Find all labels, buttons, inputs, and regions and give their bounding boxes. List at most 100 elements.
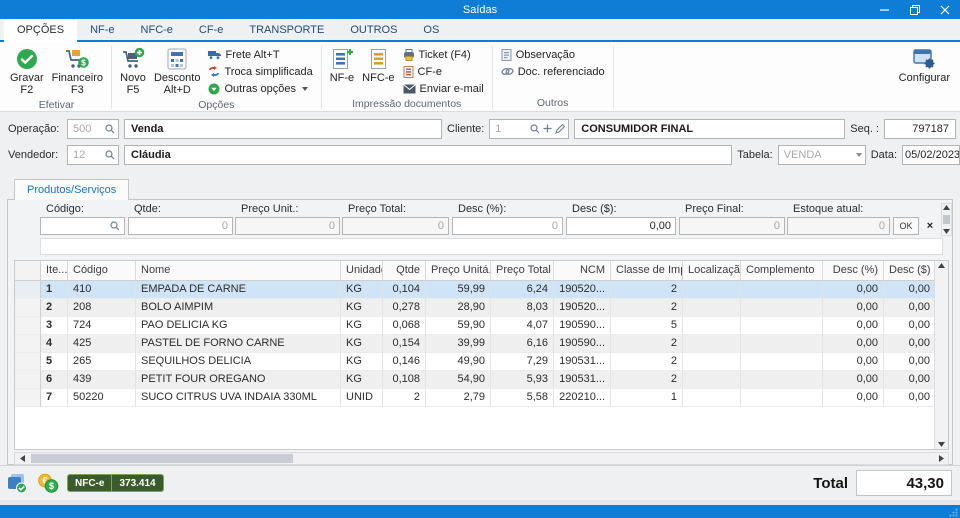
gravar-button[interactable]: Gravar F2 <box>6 44 48 98</box>
table-cell[interactable]: 0,00 <box>884 335 934 353</box>
close-button[interactable] <box>930 0 960 19</box>
doc-referenciado-button[interactable]: Doc. referenciado <box>497 63 609 80</box>
table-cell[interactable]: KG <box>341 371 383 389</box>
table-cell[interactable]: KG <box>341 335 383 353</box>
table-cell[interactable]: EMPADA DE CARNE <box>136 281 341 299</box>
table-cell[interactable]: 0,00 <box>823 353 884 371</box>
table-cell[interactable]: 1 <box>41 281 68 299</box>
observacao-button[interactable]: Observação <box>497 46 609 63</box>
column-header[interactable]: Qtde <box>383 261 426 280</box>
table-cell[interactable]: 0,00 <box>884 281 934 299</box>
table-cell[interactable]: 190531... <box>554 353 611 371</box>
clear-entry-button[interactable]: × <box>922 217 938 235</box>
ok-button[interactable]: OK <box>893 217 919 235</box>
column-header[interactable]: Unidade <box>341 261 383 280</box>
table-cell[interactable]: 265 <box>68 353 136 371</box>
column-header[interactable]: Complemento <box>741 261 823 280</box>
table-cell[interactable]: BOLO AIMPIM <box>136 299 341 317</box>
configurar-button[interactable]: Configurar <box>895 44 954 86</box>
financeiro-button[interactable]: $ Financeiro F3 <box>48 44 107 98</box>
table-cell[interactable]: 2 <box>611 299 683 317</box>
table-cell[interactable]: 28,90 <box>426 299 491 317</box>
tab-produtos-servicos[interactable]: Produtos/Serviços <box>14 179 129 200</box>
table-cell[interactable]: 208 <box>68 299 136 317</box>
table-cell[interactable]: 5,93 <box>491 371 554 389</box>
scroll-thumb[interactable] <box>31 454 293 463</box>
table-cell[interactable]: KG <box>341 299 383 317</box>
novo-button[interactable]: Novo F5 <box>116 44 150 98</box>
nfe-print-button[interactable]: NF-e <box>326 44 358 86</box>
table-cell[interactable]: 2 <box>611 353 683 371</box>
column-header[interactable]: Nome <box>136 261 341 280</box>
table-cell[interactable]: PASTEL DE FORNO CARNE <box>136 335 341 353</box>
table-cell[interactable]: 0,00 <box>884 353 934 371</box>
table-cell[interactable]: 190590... <box>554 317 611 335</box>
table-cell[interactable] <box>741 335 823 353</box>
tab-transporte[interactable]: TRANSPORTE <box>236 20 337 40</box>
table-cell[interactable]: 2 <box>41 299 68 317</box>
table-cell[interactable]: 0,146 <box>383 353 426 371</box>
table-cell[interactable]: KG <box>341 281 383 299</box>
table-cell[interactable]: 0,00 <box>823 335 884 353</box>
table-cell[interactable] <box>741 299 823 317</box>
desc-valor-input[interactable]: 0,00 <box>566 217 676 235</box>
table-cell[interactable]: 1 <box>611 389 683 407</box>
table-cell[interactable]: 190520... <box>554 299 611 317</box>
product-name-field[interactable] <box>40 238 943 255</box>
table-cell[interactable]: 5 <box>611 317 683 335</box>
grid-horizontal-scrollbar[interactable] <box>14 452 949 465</box>
table-cell[interactable]: 0,00 <box>823 389 884 407</box>
table-cell[interactable]: SUCO CITRUS UVA INDAIA 330ML <box>136 389 341 407</box>
column-header[interactable]: NCM <box>554 261 611 280</box>
vendedor-input[interactable]: 12 <box>67 145 119 165</box>
table-row[interactable]: 750220SUCO CITRUS UVA INDAIA 330MLUNID22… <box>15 389 934 407</box>
cfe-button[interactable]: CF-e <box>399 63 488 80</box>
entry-scrollbar[interactable] <box>941 203 952 236</box>
table-row[interactable]: 2208BOLO AIMPIMKG0,27828,908,03190520...… <box>15 299 934 317</box>
tab-nfe[interactable]: NF-e <box>77 20 127 40</box>
column-header[interactable]: Desc (%) <box>823 261 884 280</box>
table-cell[interactable]: 5,58 <box>491 389 554 407</box>
table-cell[interactable]: SEQUILHOS DELICIA <box>136 353 341 371</box>
table-cell[interactable] <box>683 299 741 317</box>
tabela-select[interactable]: VENDA <box>778 145 866 165</box>
table-cell[interactable]: 0,108 <box>383 371 426 389</box>
table-cell[interactable]: 49,90 <box>426 353 491 371</box>
table-cell[interactable] <box>683 389 741 407</box>
table-cell[interactable]: 0,278 <box>383 299 426 317</box>
table-cell[interactable] <box>741 281 823 299</box>
enviar-email-button[interactable]: Enviar e-mail <box>399 80 488 97</box>
table-cell[interactable] <box>683 317 741 335</box>
table-cell[interactable]: 54,90 <box>426 371 491 389</box>
table-cell[interactable]: 6,16 <box>491 335 554 353</box>
table-cell[interactable]: 0,154 <box>383 335 426 353</box>
table-cell[interactable]: 2 <box>611 335 683 353</box>
codigo-input[interactable] <box>40 217 125 235</box>
currency-coins-icon[interactable]: €$ <box>37 473 59 494</box>
tab-opcoes[interactable]: OPÇÕES <box>4 20 77 40</box>
column-header[interactable]: Preço Total <box>491 261 554 280</box>
table-cell[interactable]: 439 <box>68 371 136 389</box>
table-cell[interactable]: 724 <box>68 317 136 335</box>
table-cell[interactable]: 6,24 <box>491 281 554 299</box>
table-cell[interactable]: 39,99 <box>426 335 491 353</box>
desconto-button[interactable]: Desconto Alt+D <box>150 44 204 98</box>
table-cell[interactable]: 3 <box>41 317 68 335</box>
frete-button[interactable]: Frete Alt+T <box>204 46 316 63</box>
ticket-button[interactable]: Ticket (F4) <box>399 46 488 63</box>
table-cell[interactable]: 4,07 <box>491 317 554 335</box>
table-row[interactable]: 4425PASTEL DE FORNO CARNEKG0,15439,996,1… <box>15 335 934 353</box>
table-cell[interactable]: 190590... <box>554 335 611 353</box>
table-cell[interactable]: 0,00 <box>823 299 884 317</box>
troca-button[interactable]: Troca simplificada <box>204 63 316 80</box>
table-cell[interactable]: 0,068 <box>383 317 426 335</box>
table-cell[interactable] <box>683 371 741 389</box>
tab-outros[interactable]: OUTROS <box>337 20 410 40</box>
table-row[interactable]: 1410EMPADA DE CARNEKG0,10459,996,2419052… <box>15 281 934 299</box>
table-cell[interactable]: KG <box>341 353 383 371</box>
table-cell[interactable] <box>741 353 823 371</box>
tab-cfe[interactable]: CF-e <box>186 20 236 40</box>
table-row[interactable]: 6439PETIT FOUR OREGANOKG0,10854,905,9319… <box>15 371 934 389</box>
column-header[interactable]: Classe de Imp... <box>611 261 683 280</box>
outras-opcoes-button[interactable]: Outras opções <box>204 80 316 97</box>
